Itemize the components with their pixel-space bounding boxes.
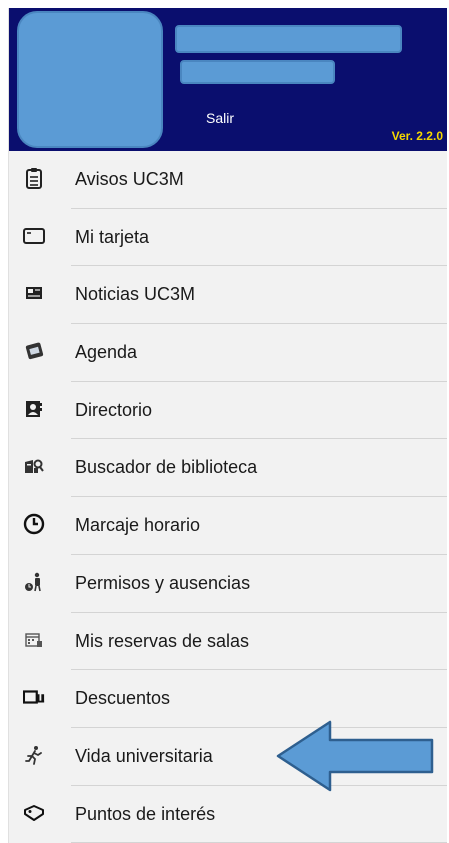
- menu-item-label: Directorio: [75, 399, 153, 420]
- menu-item-label: Mi tarjeta: [75, 226, 150, 247]
- calendar-icon: [23, 340, 45, 362]
- menu-item-label: Vida universitaria: [75, 745, 213, 766]
- menu-item-label: Mis reservas de salas: [75, 630, 250, 651]
- menu-item-noticias[interactable]: Noticias UC3M: [9, 266, 447, 325]
- menu-item-label: Marcaje horario: [75, 515, 201, 536]
- menu-item-reservas[interactable]: Mis reservas de salas: [9, 613, 447, 671]
- navigation-drawer: Salir Ver. 2.2.0 Avisos UC3M Mi tarjeta …: [8, 8, 447, 843]
- menu-item-label: Noticias UC3M: [75, 284, 196, 305]
- menu-item-directorio[interactable]: Directorio: [9, 382, 447, 440]
- left-arrow-icon: [276, 720, 436, 797]
- drawer-header: Salir Ver. 2.2.0: [9, 8, 447, 151]
- user-name-redacted: [175, 25, 402, 53]
- tag-icon: [23, 802, 45, 824]
- logout-button[interactable]: Salir: [206, 110, 234, 126]
- clipboard-icon: [23, 167, 45, 189]
- menu-item-label: Puntos de interés: [75, 803, 216, 824]
- card-icon: [23, 225, 45, 247]
- room-booking-icon: [23, 629, 45, 651]
- discount-icon: [23, 686, 45, 708]
- menu-item-biblioteca[interactable]: Buscador de biblioteca: [9, 439, 447, 498]
- clock-icon: [23, 513, 45, 535]
- menu-item-permisos[interactable]: Permisos y ausencias: [9, 555, 447, 613]
- library-search-icon: [23, 455, 45, 477]
- version-label: Ver. 2.2.0: [391, 129, 443, 143]
- avatar: [17, 11, 163, 148]
- menu-item-mi-tarjeta[interactable]: Mi tarjeta: [9, 209, 447, 267]
- menu-item-marcaje[interactable]: Marcaje horario: [9, 497, 447, 555]
- menu-item-label: Agenda: [75, 342, 138, 363]
- menu-item-agenda[interactable]: Agenda: [9, 324, 447, 382]
- user-email-redacted: [180, 60, 335, 84]
- menu-item-label: Descuentos: [75, 688, 171, 709]
- person-leave-icon: [23, 571, 45, 593]
- menu-item-avisos[interactable]: Avisos UC3M: [9, 151, 447, 209]
- runner-icon: [23, 744, 45, 766]
- contacts-icon: [23, 398, 45, 420]
- newspaper-icon: [23, 282, 45, 304]
- menu-item-label: Buscador de biblioteca: [75, 457, 258, 478]
- menu-item-label: Avisos UC3M: [75, 169, 184, 189]
- menu-item-label: Permisos y ausencias: [75, 572, 251, 593]
